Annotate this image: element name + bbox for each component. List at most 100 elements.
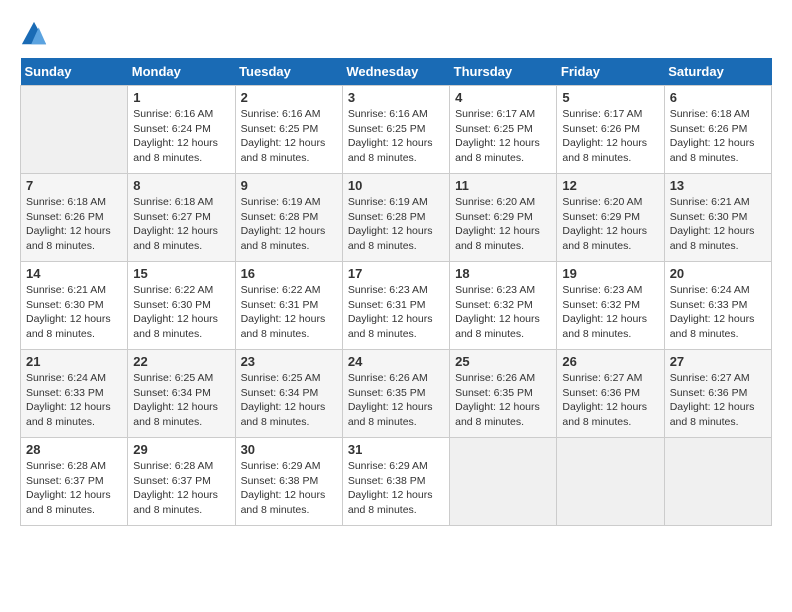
day-number: 23 [241,354,337,369]
calendar-day: 8 Sunrise: 6:18 AM Sunset: 6:27 PM Dayli… [128,174,235,262]
day-info: Sunrise: 6:28 AM Sunset: 6:37 PM Dayligh… [133,459,229,518]
sunset-text: Sunset: 6:24 PM [133,123,211,135]
day-number: 4 [455,90,551,105]
day-number: 29 [133,442,229,457]
daylight-text: Daylight: 12 hours and 8 minutes. [562,225,647,252]
sunrise-text: Sunrise: 6:22 AM [241,284,321,296]
calendar-day: 11 Sunrise: 6:20 AM Sunset: 6:29 PM Dayl… [450,174,557,262]
sunset-text: Sunset: 6:34 PM [133,387,211,399]
daylight-text: Daylight: 12 hours and 8 minutes. [348,401,433,428]
sunrise-text: Sunrise: 6:22 AM [133,284,213,296]
daylight-text: Daylight: 12 hours and 8 minutes. [348,225,433,252]
sunset-text: Sunset: 6:38 PM [348,475,426,487]
daylight-text: Daylight: 12 hours and 8 minutes. [562,313,647,340]
day-info: Sunrise: 6:27 AM Sunset: 6:36 PM Dayligh… [670,371,766,430]
daylight-text: Daylight: 12 hours and 8 minutes. [562,401,647,428]
day-number: 18 [455,266,551,281]
day-number: 5 [562,90,658,105]
weekday-header: Tuesday [235,58,342,86]
calendar-day: 10 Sunrise: 6:19 AM Sunset: 6:28 PM Dayl… [342,174,449,262]
day-info: Sunrise: 6:29 AM Sunset: 6:38 PM Dayligh… [348,459,444,518]
sunset-text: Sunset: 6:34 PM [241,387,319,399]
sunset-text: Sunset: 6:32 PM [562,299,640,311]
daylight-text: Daylight: 12 hours and 8 minutes. [455,137,540,164]
daylight-text: Daylight: 12 hours and 8 minutes. [241,225,326,252]
daylight-text: Daylight: 12 hours and 8 minutes. [670,313,755,340]
day-info: Sunrise: 6:19 AM Sunset: 6:28 PM Dayligh… [241,195,337,254]
sunrise-text: Sunrise: 6:23 AM [562,284,642,296]
calendar-week: 14 Sunrise: 6:21 AM Sunset: 6:30 PM Dayl… [21,262,772,350]
daylight-text: Daylight: 12 hours and 8 minutes. [348,313,433,340]
day-info: Sunrise: 6:20 AM Sunset: 6:29 PM Dayligh… [562,195,658,254]
calendar-day: 15 Sunrise: 6:22 AM Sunset: 6:30 PM Dayl… [128,262,235,350]
daylight-text: Daylight: 12 hours and 8 minutes. [26,401,111,428]
sunset-text: Sunset: 6:37 PM [133,475,211,487]
daylight-text: Daylight: 12 hours and 8 minutes. [133,313,218,340]
calendar-day [21,86,128,174]
sunset-text: Sunset: 6:30 PM [26,299,104,311]
calendar-day: 20 Sunrise: 6:24 AM Sunset: 6:33 PM Dayl… [664,262,771,350]
sunset-text: Sunset: 6:37 PM [26,475,104,487]
sunset-text: Sunset: 6:29 PM [455,211,533,223]
day-number: 9 [241,178,337,193]
sunset-text: Sunset: 6:35 PM [455,387,533,399]
daylight-text: Daylight: 12 hours and 8 minutes. [241,137,326,164]
sunrise-text: Sunrise: 6:25 AM [133,372,213,384]
day-info: Sunrise: 6:17 AM Sunset: 6:25 PM Dayligh… [455,107,551,166]
sunrise-text: Sunrise: 6:29 AM [348,460,428,472]
sunrise-text: Sunrise: 6:29 AM [241,460,321,472]
sunrise-text: Sunrise: 6:27 AM [562,372,642,384]
calendar-day: 12 Sunrise: 6:20 AM Sunset: 6:29 PM Dayl… [557,174,664,262]
sunrise-text: Sunrise: 6:28 AM [133,460,213,472]
day-number: 10 [348,178,444,193]
day-number: 15 [133,266,229,281]
day-info: Sunrise: 6:18 AM Sunset: 6:26 PM Dayligh… [670,107,766,166]
daylight-text: Daylight: 12 hours and 8 minutes. [455,313,540,340]
day-number: 16 [241,266,337,281]
daylight-text: Daylight: 12 hours and 8 minutes. [670,137,755,164]
weekday-header: Sunday [21,58,128,86]
sunset-text: Sunset: 6:28 PM [348,211,426,223]
sunset-text: Sunset: 6:29 PM [562,211,640,223]
sunset-text: Sunset: 6:33 PM [670,299,748,311]
sunrise-text: Sunrise: 6:26 AM [348,372,428,384]
calendar-day: 1 Sunrise: 6:16 AM Sunset: 6:24 PM Dayli… [128,86,235,174]
sunset-text: Sunset: 6:38 PM [241,475,319,487]
calendar-day: 28 Sunrise: 6:28 AM Sunset: 6:37 PM Dayl… [21,438,128,526]
day-number: 13 [670,178,766,193]
calendar-day: 25 Sunrise: 6:26 AM Sunset: 6:35 PM Dayl… [450,350,557,438]
sunrise-text: Sunrise: 6:21 AM [670,196,750,208]
sunset-text: Sunset: 6:35 PM [348,387,426,399]
day-number: 26 [562,354,658,369]
day-number: 20 [670,266,766,281]
day-info: Sunrise: 6:26 AM Sunset: 6:35 PM Dayligh… [348,371,444,430]
weekday-header: Thursday [450,58,557,86]
day-info: Sunrise: 6:27 AM Sunset: 6:36 PM Dayligh… [562,371,658,430]
calendar-day: 7 Sunrise: 6:18 AM Sunset: 6:26 PM Dayli… [21,174,128,262]
calendar-day: 4 Sunrise: 6:17 AM Sunset: 6:25 PM Dayli… [450,86,557,174]
daylight-text: Daylight: 12 hours and 8 minutes. [241,401,326,428]
day-number: 7 [26,178,122,193]
day-number: 6 [670,90,766,105]
daylight-text: Daylight: 12 hours and 8 minutes. [26,489,111,516]
sunrise-text: Sunrise: 6:17 AM [562,108,642,120]
sunset-text: Sunset: 6:25 PM [241,123,319,135]
calendar-day: 31 Sunrise: 6:29 AM Sunset: 6:38 PM Dayl… [342,438,449,526]
sunset-text: Sunset: 6:27 PM [133,211,211,223]
sunset-text: Sunset: 6:28 PM [241,211,319,223]
weekday-row: SundayMondayTuesdayWednesdayThursdayFrid… [21,58,772,86]
sunset-text: Sunset: 6:36 PM [670,387,748,399]
sunset-text: Sunset: 6:26 PM [26,211,104,223]
day-info: Sunrise: 6:29 AM Sunset: 6:38 PM Dayligh… [241,459,337,518]
calendar-day [664,438,771,526]
sunset-text: Sunset: 6:33 PM [26,387,104,399]
sunrise-text: Sunrise: 6:24 AM [26,372,106,384]
logo-icon [20,20,48,48]
day-info: Sunrise: 6:19 AM Sunset: 6:28 PM Dayligh… [348,195,444,254]
calendar-day: 2 Sunrise: 6:16 AM Sunset: 6:25 PM Dayli… [235,86,342,174]
sunset-text: Sunset: 6:30 PM [670,211,748,223]
sunrise-text: Sunrise: 6:24 AM [670,284,750,296]
calendar-day: 3 Sunrise: 6:16 AM Sunset: 6:25 PM Dayli… [342,86,449,174]
day-info: Sunrise: 6:18 AM Sunset: 6:27 PM Dayligh… [133,195,229,254]
daylight-text: Daylight: 12 hours and 8 minutes. [670,401,755,428]
